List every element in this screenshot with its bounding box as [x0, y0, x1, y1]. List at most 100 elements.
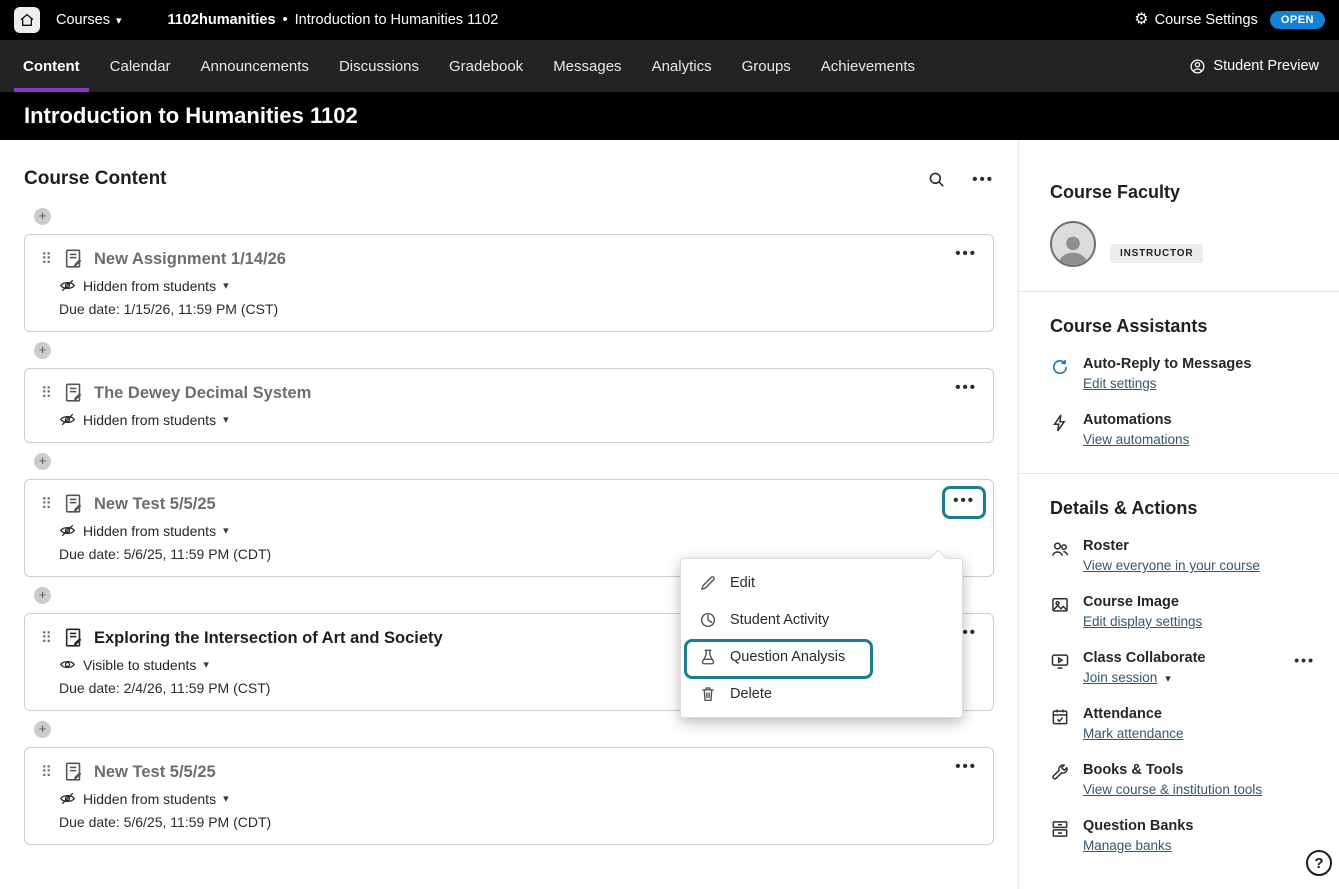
visibility-dropdown[interactable]: Hidden from students ▾ [59, 790, 977, 807]
menu-item-label: Delete [730, 686, 772, 702]
add-content-button[interactable]: + [34, 587, 51, 604]
top-bar: Courses ▾ 1102humanities • Introduction … [0, 0, 1339, 40]
test-icon [63, 627, 85, 649]
view-automations-link[interactable]: View automations [1083, 432, 1189, 447]
item-overflow-menu-button-highlighted[interactable]: ••• [942, 486, 986, 519]
trash-icon [699, 685, 717, 703]
question-banks-icon [1050, 819, 1070, 839]
tab-messages[interactable]: Messages [538, 40, 636, 92]
item-overflow-menu-button[interactable]: ••• [955, 758, 977, 775]
visibility-label: Hidden from students [83, 412, 216, 428]
visibility-label: Hidden from students [83, 523, 216, 539]
drag-handle[interactable]: ⠿ [41, 763, 63, 781]
test-icon [63, 493, 85, 515]
course-faculty-heading: Course Faculty [1050, 182, 1315, 203]
student-preview-icon [1189, 58, 1206, 75]
breadcrumb: 1102humanities • Introduction to Humanit… [168, 12, 499, 28]
due-date-text: Due date: 1/15/26, 11:59 PM (CST) [59, 301, 977, 317]
sidebar-item-title: Question Banks [1083, 818, 1193, 834]
visibility-dropdown[interactable]: Hidden from students ▾ [59, 411, 977, 428]
edit-settings-link[interactable]: Edit settings [1083, 376, 1157, 391]
collaborate-screen-icon [1050, 651, 1070, 671]
menu-item-label: Edit [730, 575, 755, 591]
roster-link[interactable]: View everyone in your course [1083, 558, 1260, 573]
menu-item-delete[interactable]: Delete [681, 675, 962, 712]
content-item-card: ••• ⠿ The Dewey Decimal System Hidden fr… [24, 368, 994, 443]
tab-content[interactable]: Content [8, 40, 95, 92]
item-title-link[interactable]: New Assignment 1/14/26 [94, 250, 286, 269]
item-title-link[interactable]: The Dewey Decimal System [94, 384, 311, 403]
assignment-icon [63, 248, 85, 270]
mark-attendance-link[interactable]: Mark attendance [1083, 726, 1184, 741]
open-status-badge[interactable]: OPEN [1270, 11, 1325, 29]
chevron-down-icon: ▾ [223, 792, 229, 805]
drag-handle[interactable]: ⠿ [41, 495, 63, 513]
sidebar-item-title: Course Image [1083, 594, 1202, 610]
hidden-eye-icon [59, 522, 76, 539]
hidden-eye-icon [59, 790, 76, 807]
search-icon[interactable] [927, 170, 946, 189]
pencil-icon [699, 574, 717, 592]
roster-people-icon [1050, 539, 1070, 559]
visibility-dropdown[interactable]: Hidden from students ▾ [59, 277, 977, 294]
tab-announcements[interactable]: Announcements [186, 40, 324, 92]
instructor-avatar[interactable] [1050, 221, 1096, 267]
home-button[interactable] [14, 7, 40, 33]
sidebar-item-question-banks: Question Banks Manage banks [1050, 818, 1315, 855]
tab-gradebook[interactable]: Gradebook [434, 40, 538, 92]
content-item-card: ••• ⠿ New Test 5/5/25 Hidden from studen… [24, 747, 994, 845]
menu-item-student-activity[interactable]: Student Activity [681, 601, 962, 638]
add-content-button[interactable]: + [34, 208, 51, 225]
details-actions-heading: Details & Actions [1050, 498, 1315, 519]
item-title-link[interactable]: New Test 5/5/25 [94, 495, 216, 514]
menu-item-question-analysis[interactable]: Question Analysis [681, 638, 962, 675]
course-settings-button[interactable]: ⚙ Course Settings [1134, 12, 1258, 28]
chevron-down-icon: ▾ [203, 658, 209, 671]
manage-banks-link[interactable]: Manage banks [1083, 838, 1172, 853]
join-session-link[interactable]: Join session [1083, 670, 1157, 685]
tab-calendar[interactable]: Calendar [95, 40, 186, 92]
wrench-icon [1050, 763, 1070, 783]
sidebar-item-books-tools: Books & Tools View course & institution … [1050, 762, 1315, 799]
sidebar-item-title: Roster [1083, 538, 1260, 554]
drag-handle[interactable]: ⠿ [41, 629, 63, 647]
course-nav: Content Calendar Announcements Discussio… [0, 40, 1339, 92]
help-button[interactable]: ? [1306, 850, 1332, 876]
due-date-text: Due date: 5/6/25, 11:59 PM (CDT) [59, 814, 977, 830]
tab-analytics[interactable]: Analytics [637, 40, 727, 92]
student-preview-label: Student Preview [1213, 58, 1319, 74]
view-tools-link[interactable]: View course & institution tools [1083, 782, 1262, 797]
item-title-link[interactable]: Exploring the Intersection of Art and So… [94, 629, 443, 648]
item-title-link[interactable]: New Test 5/5/25 [94, 763, 216, 782]
content-item-card: ••• ⠿ New Assignment 1/14/26 Hidden from… [24, 234, 994, 332]
auto-reply-icon [1050, 357, 1070, 377]
edit-display-settings-link[interactable]: Edit display settings [1083, 614, 1202, 629]
sidebar-item-title: Automations [1083, 412, 1189, 428]
collaborate-overflow-menu-button[interactable]: ••• [1294, 652, 1315, 668]
tab-achievements[interactable]: Achievements [806, 40, 930, 92]
chevron-down-icon: ▾ [1165, 673, 1171, 685]
sidebar-item-title: Attendance [1083, 706, 1184, 722]
chevron-down-icon: ▾ [223, 413, 229, 426]
student-preview-button[interactable]: Student Preview [1189, 58, 1319, 75]
sidebar-divider [1019, 473, 1339, 474]
item-overflow-menu-button[interactable]: ••• [955, 379, 977, 396]
menu-item-edit[interactable]: Edit [681, 564, 962, 601]
content-overflow-menu-button[interactable]: ••• [972, 171, 994, 188]
tab-groups[interactable]: Groups [727, 40, 806, 92]
visibility-label: Hidden from students [83, 791, 216, 807]
add-content-button[interactable]: + [34, 342, 51, 359]
sidebar-item-class-collaborate: Class Collaborate Join session▾ ••• [1050, 650, 1315, 687]
visibility-label: Hidden from students [83, 278, 216, 294]
document-icon [63, 382, 85, 404]
lightning-icon [1050, 413, 1070, 433]
drag-handle[interactable]: ⠿ [41, 384, 63, 402]
add-content-button[interactable]: + [34, 453, 51, 470]
item-overflow-menu-button[interactable]: ••• [955, 245, 977, 262]
courses-dropdown[interactable]: Courses ▾ [56, 12, 122, 28]
add-content-button[interactable]: + [34, 721, 51, 738]
course-content-heading: Course Content [24, 168, 167, 190]
visibility-dropdown[interactable]: Hidden from students ▾ [59, 522, 977, 539]
drag-handle[interactable]: ⠿ [41, 250, 63, 268]
tab-discussions[interactable]: Discussions [324, 40, 434, 92]
